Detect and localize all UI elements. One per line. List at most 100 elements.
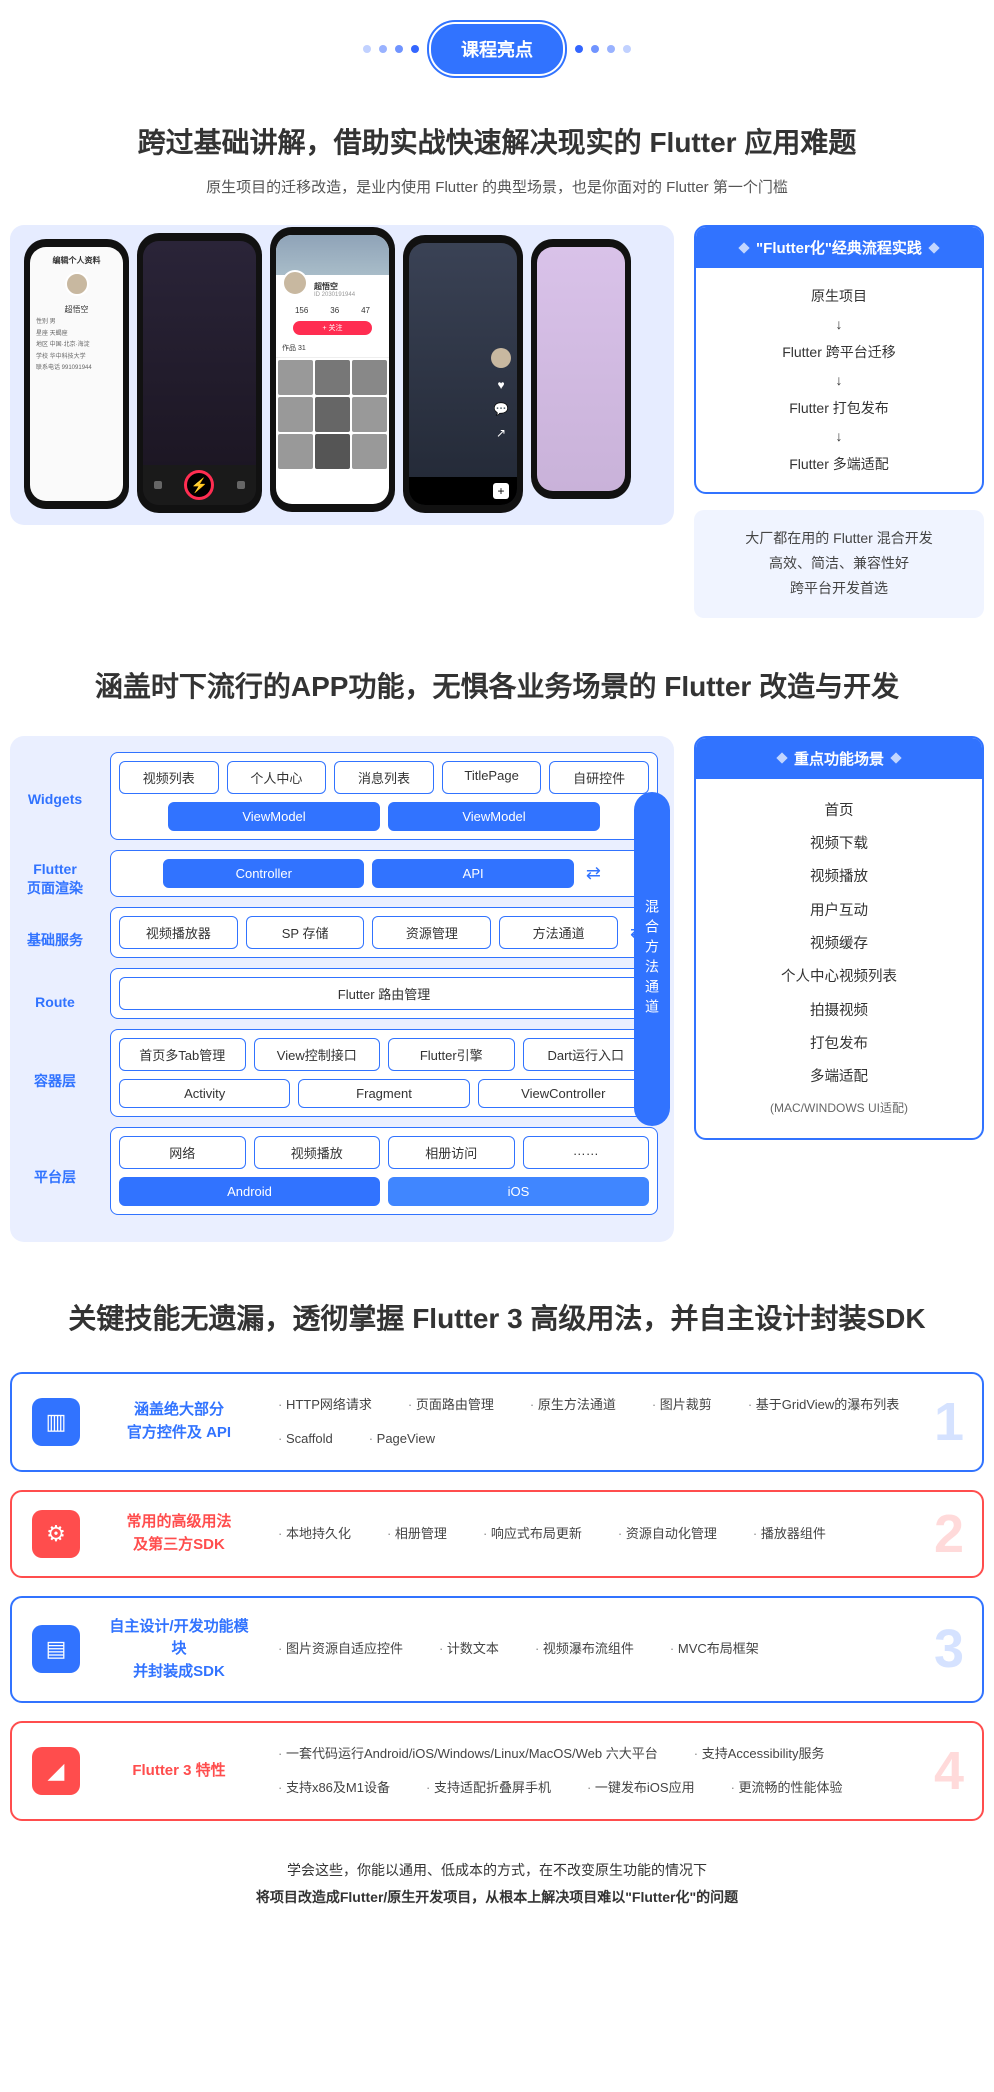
- chip-net: 网络: [119, 1136, 246, 1169]
- skill-icon: ⚙: [32, 1510, 80, 1558]
- chip-sp: SP 存储: [246, 916, 365, 949]
- skill-number: 3: [934, 1618, 964, 1680]
- skill-title: 常用的高级用法及第三方SDK: [104, 1511, 254, 1556]
- skill-items: 本地持久化 相册管理 响应式布局更新 资源自动化管理 播放器组件: [278, 1521, 962, 1547]
- arch-label-platform: 平台层: [10, 1130, 100, 1226]
- skill-card-4: ◢ Flutter 3 特性 一套代码运行Android/iOS/Windows…: [10, 1721, 984, 1821]
- skill-number: 2: [934, 1503, 964, 1565]
- skill-item: 页面路由管理: [408, 1392, 494, 1418]
- chip-res: 资源管理: [372, 916, 491, 949]
- chip-api: API: [372, 859, 573, 888]
- chip-msg: 消息列表: [334, 761, 434, 794]
- skill-item: 响应式布局更新: [483, 1521, 582, 1547]
- arch-label-render: Flutter 页面渲染: [10, 848, 100, 910]
- chip-engine: Flutter引擎: [388, 1038, 515, 1071]
- skill-title: 自主设计/开发功能模块并封装成SDK: [104, 1616, 254, 1684]
- skill-item: 视频瀑布流组件: [535, 1636, 634, 1662]
- plus-icon: +: [493, 483, 509, 499]
- chip-player: 视频播放器: [119, 916, 238, 949]
- chip-personal: 个人中心: [227, 761, 327, 794]
- chip-activity: Activity: [119, 1079, 290, 1108]
- scenes-title: 重点功能场景: [794, 748, 884, 769]
- chip-video: 视频播放: [254, 1136, 381, 1169]
- skill-icon: ◢: [32, 1747, 80, 1795]
- section-pill: 课程亮点: [431, 24, 563, 74]
- skill-number: 1: [934, 1391, 964, 1453]
- chip-video-list: 视频列表: [119, 761, 219, 794]
- chip-titlepage: TitlePage: [442, 761, 542, 794]
- hybrid-channel-bar: 混合方法通道: [634, 792, 670, 1126]
- arch-label-widgets: Widgets: [10, 752, 100, 848]
- section1-subtitle: 原生项目的迁移改造，是业内使用 Flutter 的典型场景，也是你面对的 Flu…: [0, 176, 994, 197]
- skill-item: PageView: [369, 1426, 435, 1452]
- phone-detail: [531, 239, 631, 499]
- phones-showcase: 编辑个人资料 超悟空 性别 男星座 天蝎座地区 中国·北京·海淀学校 华中科技大…: [10, 225, 674, 525]
- arrow-icon: ⇄: [582, 863, 605, 884]
- phone-video-feed: ♥ 💬 ↗ +: [403, 235, 523, 513]
- skill-item: 原生方法通道: [530, 1392, 616, 1418]
- record-fab-icon: ⚡: [184, 470, 214, 500]
- chip-method: 方法通道: [499, 916, 618, 949]
- skill-item: 相册管理: [387, 1521, 447, 1547]
- skill-items: 图片资源自适应控件 计数文本 视频瀑布流组件 MVC布局框架: [278, 1636, 962, 1662]
- skill-list: ▥ 涵盖绝大部分官方控件及 API HTTP网络请求页面路由管理原生方法通道图片…: [0, 1372, 994, 1822]
- chip-vm1: ViewModel: [168, 802, 380, 831]
- skill-item: 支持Accessibility服务: [694, 1741, 825, 1767]
- chip-android: Android: [119, 1177, 380, 1206]
- skill-item: HTTP网络请求: [278, 1392, 372, 1418]
- arch-label-base: 基础服务: [10, 910, 100, 972]
- chip-route: Flutter 路由管理: [119, 977, 649, 1010]
- flow-card-title: "Flutter化"经典流程实践: [756, 237, 922, 258]
- skill-icon: ▥: [32, 1398, 80, 1446]
- skill-card-1: ▥ 涵盖绝大部分官方控件及 API HTTP网络请求 页面路由管理 原生方法通道 图片…: [10, 1372, 984, 1472]
- dots-left: [363, 45, 419, 53]
- skill-card-2: ⚙ 常用的高级用法及第三方SDK 本地持久化 相册管理 响应式布局更新 资源自动化管理…: [10, 1490, 984, 1578]
- skill-item: 图片裁剪: [652, 1392, 712, 1418]
- skill-item: 资源自动化管理: [618, 1521, 717, 1547]
- dots-right: [575, 45, 631, 53]
- chip-viewctrl: View控制接口: [254, 1038, 381, 1071]
- soft-card: 大厂都在用的 Flutter 混合开发 高效、简洁、兼容性好 跨平台开发首选: [694, 510, 984, 618]
- phone-night-city: ⚡: [137, 233, 262, 513]
- skill-icon: ▤: [32, 1625, 80, 1673]
- skill-items: 一套代码运行Android/iOS/Windows/Linux/MacOS/We…: [278, 1741, 962, 1801]
- chip-album: 相册访问: [388, 1136, 515, 1169]
- skill-item: 本地持久化: [278, 1521, 351, 1547]
- skill-item: 一套代码运行Android/iOS/Windows/Linux/MacOS/We…: [278, 1741, 658, 1767]
- skill-item: 计数文本: [439, 1636, 499, 1662]
- chip-fragment: Fragment: [298, 1079, 469, 1108]
- phone-profile-edit: 编辑个人资料 超悟空 性别 男星座 天蝎座地区 中国·北京·海淀学校 华中科技大…: [24, 239, 129, 509]
- section3-title: 关键技能无遗漏，透彻掌握 Flutter 3 高级用法，并自主设计封装SDK: [0, 1298, 994, 1340]
- chip-vc: ViewController: [478, 1079, 649, 1108]
- arch-label-container: 容器层: [10, 1034, 100, 1130]
- skill-item: 图片资源自适应控件: [278, 1636, 403, 1662]
- section2-title: 涵盖时下流行的APP功能，无惧各业务场景的 Flutter 改造与开发: [0, 666, 994, 708]
- footer-text: 学会这些，你能以通用、低成本的方式，在不改变原生功能的情况下 将项目改造成Flu…: [0, 1857, 994, 1910]
- chip-custom: 自研控件: [549, 761, 649, 794]
- section-header: 课程亮点: [0, 0, 994, 106]
- skill-item: 播放器组件: [753, 1521, 826, 1547]
- skill-item: 基于GridView的瀑布列表: [748, 1392, 899, 1418]
- skill-item: 一键发布iOS应用: [587, 1775, 695, 1801]
- arch-label-route: Route: [10, 972, 100, 1034]
- skill-title: Flutter 3 特性: [104, 1760, 254, 1783]
- skill-item: Scaffold: [278, 1426, 333, 1452]
- architecture-diagram: Widgets Flutter 页面渲染 基础服务 Route 容器层 平台层 …: [10, 736, 674, 1242]
- phone-profile-grid: 超悟空 ID 2030191944 1563647 + 关注 作品 31: [270, 227, 395, 512]
- skill-number: 4: [934, 1740, 964, 1802]
- skill-items: HTTP网络请求 页面路由管理 原生方法通道 图片裁剪 基于GridView的瀑布列表 S…: [278, 1392, 962, 1452]
- chip-ios: iOS: [388, 1177, 649, 1206]
- skill-item: 支持适配折叠屏手机: [426, 1775, 551, 1801]
- skill-card-3: ▤ 自主设计/开发功能模块并封装成SDK 图片资源自适应控件 计数文本 视频瀑布流组…: [10, 1596, 984, 1704]
- follow-button: + 关注: [293, 321, 372, 335]
- chip-more: ……: [523, 1136, 650, 1169]
- chip-controller: Controller: [163, 859, 364, 888]
- skill-item: MVC布局框架: [670, 1636, 759, 1662]
- section1-title: 跨过基础讲解，借助实战快速解决现实的 Flutter 应用难题: [0, 122, 994, 164]
- chip-dart: Dart运行入口: [523, 1038, 650, 1071]
- skill-item: 支持x86及M1设备: [278, 1775, 390, 1801]
- skill-item: 更流畅的性能体验: [731, 1775, 843, 1801]
- skill-title: 涵盖绝大部分官方控件及 API: [104, 1399, 254, 1444]
- chip-vm2: ViewModel: [388, 802, 600, 831]
- flow-card: "Flutter化"经典流程实践 原生项目 ↓ Flutter 跨平台迁移 ↓ …: [694, 225, 984, 494]
